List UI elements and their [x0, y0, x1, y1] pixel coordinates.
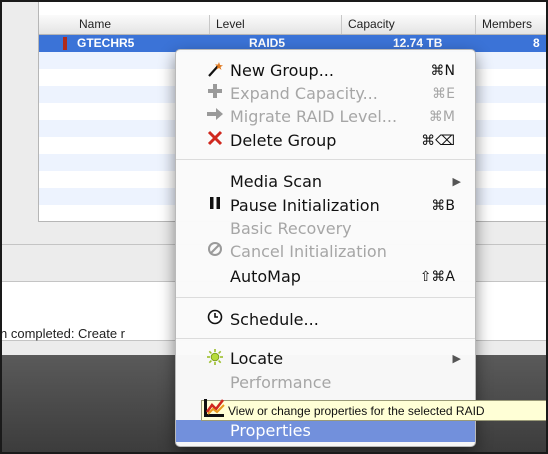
menu-item-label: Properties	[230, 421, 311, 440]
locate-sun-icon	[204, 348, 226, 373]
submenu-arrow-icon: ▶	[452, 352, 461, 365]
menu-item-locate[interactable]: Locate ▶	[176, 348, 475, 370]
menu-shortcut: ⌘E	[432, 86, 455, 102]
menu-item-label: Expand Capacity...	[230, 84, 378, 103]
menu-item-label: Media Scan	[230, 172, 323, 191]
menu-item-label: Performance	[230, 373, 332, 392]
menu-separator	[176, 159, 475, 160]
column-header-level[interactable]: Level	[209, 15, 341, 34]
performance-chart-icon	[202, 396, 226, 420]
table-header: Name Level Capacity Members	[39, 15, 546, 35]
menu-item-media-scan[interactable]: Media Scan ▶	[176, 171, 475, 193]
menu-item-automap[interactable]: AutoMap ⇧⌘A	[176, 266, 475, 288]
wand-icon	[204, 60, 226, 85]
red-x-icon	[204, 130, 226, 153]
menu-item-label: Locate	[230, 349, 284, 368]
menu-item-expand-capacity[interactable]: Expand Capacity... ⌘E	[176, 83, 475, 105]
menu-item-label: Migrate RAID Level...	[230, 107, 398, 126]
plus-icon	[204, 83, 226, 106]
menu-item-migrate-raid-level[interactable]: Migrate RAID Level... ⌘M	[176, 106, 475, 128]
cancel-icon	[204, 241, 226, 264]
menu-item-label: Pause Initialization	[230, 196, 380, 215]
submenu-arrow-icon: ▶	[452, 175, 461, 188]
menu-item-label: AutoMap	[230, 267, 301, 286]
menu-item-delete-group[interactable]: Delete Group ⌘⌫	[176, 130, 475, 152]
arrow-right-icon	[204, 106, 226, 128]
row-name: GTECHR5	[77, 36, 135, 50]
menu-shortcut: ⌘⌫	[421, 133, 455, 149]
row-members: 8	[533, 36, 540, 50]
column-header-name[interactable]: Name	[73, 15, 209, 34]
menu-shortcut: ⌘N	[430, 63, 455, 79]
menu-separator	[176, 297, 475, 298]
menu-item-label: Delete Group	[230, 131, 337, 150]
menu-item-label: Schedule...	[230, 310, 319, 329]
column-header-capacity[interactable]: Capacity	[341, 15, 475, 34]
menu-item-label: Basic Recovery	[230, 219, 352, 238]
app-window: Name Level Capacity Members GTECHR5 RAID…	[0, 0, 548, 454]
menu-item-label: New Group...	[230, 61, 334, 80]
menu-item-properties[interactable]: Properties	[176, 420, 475, 442]
menu-separator	[176, 338, 475, 339]
clock-icon	[204, 309, 226, 332]
column-header-members[interactable]: Members	[475, 15, 546, 34]
menu-item-schedule[interactable]: Schedule...	[176, 309, 475, 331]
tooltip: View or change properties for the select…	[201, 400, 546, 421]
menu-item-basic-recovery[interactable]: Basic Recovery	[176, 218, 475, 240]
pause-icon	[204, 195, 226, 217]
status-message: n completed: Create r	[0, 326, 126, 341]
menu-item-pause-initialization[interactable]: Pause Initialization ⌘B	[176, 195, 475, 217]
menu-item-cancel-initialization[interactable]: Cancel Initialization	[176, 241, 475, 263]
context-menu: New Group... ⌘N Expand Capacity... ⌘E Mi…	[175, 49, 476, 447]
menu-shortcut: ⇧⌘A	[419, 269, 455, 285]
menu-shortcut: ⌘M	[428, 109, 455, 125]
raid-status-icon	[63, 37, 67, 50]
menu-item-label: Cancel Initialization	[230, 242, 387, 261]
menu-shortcut: ⌘B	[431, 198, 455, 214]
menu-item-new-group[interactable]: New Group... ⌘N	[176, 60, 475, 82]
menu-item-performance[interactable]: Performance	[176, 372, 475, 394]
